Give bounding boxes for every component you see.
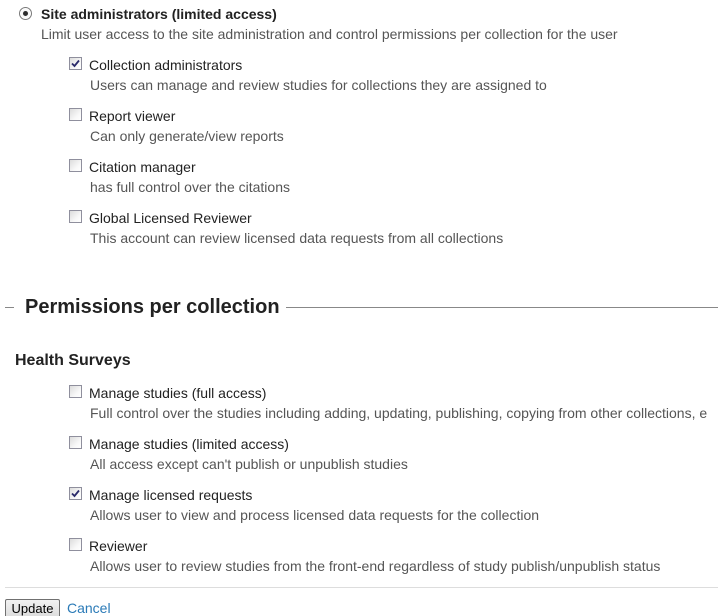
manage-licensed-requests-label: Manage licensed requests	[89, 487, 253, 503]
permissions-heading: Permissions per collection	[25, 296, 280, 318]
global-licensed-reviewer-description: This account can review licensed data re…	[90, 230, 504, 246]
heading-rule-right	[286, 307, 718, 308]
update-button[interactable]: Update	[5, 599, 60, 616]
manage-studies-full-label: Manage studies (full access)	[89, 385, 267, 401]
manage-studies-limited-label: Manage studies (limited access)	[89, 436, 289, 452]
collection-administrators-checkbox[interactable]	[69, 57, 82, 70]
global-licensed-reviewer-checkbox[interactable]	[69, 210, 82, 223]
report-viewer-checkbox[interactable]	[69, 108, 82, 121]
manage-licensed-requests-description: Allows user to view and process licensed…	[90, 507, 540, 523]
site-admin-title: Site administrators (limited access)	[41, 6, 277, 22]
site-admin-radio[interactable]	[19, 7, 32, 20]
cancel-link[interactable]: Cancel	[67, 600, 111, 616]
report-viewer-description: Can only generate/view reports	[90, 128, 284, 144]
collection-name: Health Surveys	[15, 352, 131, 369]
report-viewer-label: Report viewer	[89, 108, 176, 124]
global-licensed-reviewer-label: Global Licensed Reviewer	[89, 210, 252, 226]
heading-rule-left	[5, 307, 14, 308]
reviewer-description: Allows user to review studies from the f…	[90, 558, 661, 574]
manage-studies-limited-checkbox[interactable]	[69, 436, 82, 449]
collection-administrators-description: Users can manage and review studies for …	[90, 77, 547, 93]
reviewer-label: Reviewer	[89, 538, 148, 554]
manage-studies-limited-description: All access except can't publish or unpub…	[90, 456, 408, 472]
citation-manager-description: has full control over the citations	[90, 179, 290, 195]
manage-studies-full-checkbox[interactable]	[69, 385, 82, 398]
actions-divider	[5, 587, 718, 588]
reviewer-checkbox[interactable]	[69, 538, 82, 551]
checkmark-icon	[71, 59, 80, 68]
manage-studies-full-description: Full control over the studies including …	[90, 405, 708, 421]
checkmark-icon	[71, 489, 80, 498]
citation-manager-checkbox[interactable]	[69, 159, 82, 172]
radio-selected-dot	[23, 11, 28, 16]
site-admin-description: Limit user access to the site administra…	[41, 26, 618, 42]
manage-licensed-requests-checkbox[interactable]	[69, 487, 82, 500]
citation-manager-label: Citation manager	[89, 159, 196, 175]
collection-administrators-label: Collection administrators	[89, 57, 243, 73]
